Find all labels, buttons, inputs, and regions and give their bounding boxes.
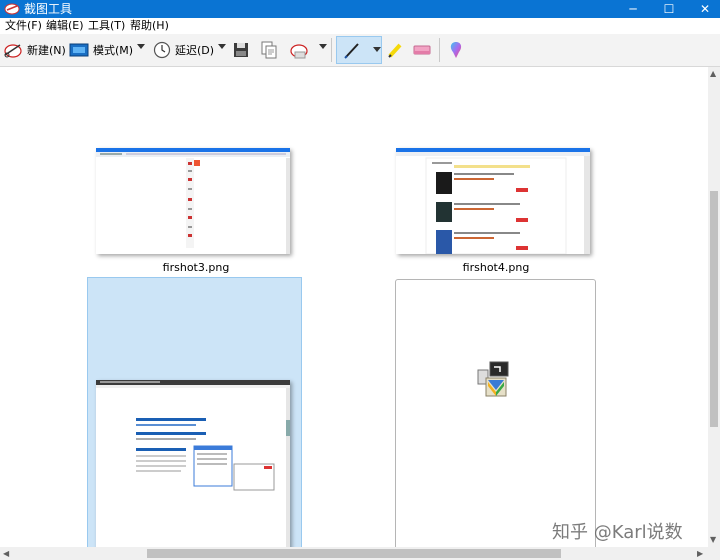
- pen-selected-box[interactable]: [336, 36, 382, 64]
- pen-icon: [344, 43, 359, 59]
- eraser-icon: [413, 45, 431, 55]
- pen-dropdown-icon[interactable]: [373, 47, 381, 52]
- menu-file[interactable]: 文件(F): [5, 18, 42, 34]
- scroll-left-icon[interactable]: ◀: [3, 549, 9, 559]
- horizontal-scroll-thumb[interactable]: [147, 549, 561, 558]
- new-snip-icon: [4, 44, 22, 58]
- menu-bar: 文件(F) 编辑(E) 工具(T) 帮助(H): [0, 18, 720, 34]
- mode-button[interactable]: 模式(M): [69, 38, 133, 62]
- close-button[interactable]: ✕: [686, 0, 720, 18]
- window-title: 截图工具: [24, 2, 73, 16]
- highlighter-button[interactable]: [386, 38, 404, 62]
- new-snip-button[interactable]: 新建(N): [3, 38, 66, 62]
- screenshot-preview: [96, 148, 290, 254]
- paint3d-button[interactable]: [446, 38, 466, 62]
- save-button[interactable]: [232, 38, 250, 62]
- send-icon: [290, 44, 308, 59]
- file-name: firshot3.png: [162, 261, 230, 274]
- scroll-down-icon[interactable]: ▼: [710, 535, 716, 545]
- vertical-scrollbar[interactable]: ▲ ▼: [708, 67, 720, 547]
- toolbar: 新建(N) 模式(M) 延迟(D): [0, 34, 720, 67]
- delay-label: 延迟(D): [175, 44, 215, 57]
- scrollbar-corner: [708, 547, 720, 560]
- installer-file-icon: [477, 361, 509, 397]
- eraser-button[interactable]: [412, 38, 432, 62]
- document-preview: [96, 380, 290, 547]
- horizontal-scrollbar[interactable]: ◀ ▶: [0, 547, 708, 560]
- file-thumbnail[interactable]: [396, 148, 590, 254]
- menu-help[interactable]: 帮助(H): [130, 18, 169, 34]
- new-snip-label: 新建(N): [27, 44, 66, 57]
- file-name: firshot4.png: [462, 261, 530, 274]
- highlighter-icon: [388, 43, 402, 58]
- copy-button[interactable]: [260, 38, 278, 62]
- scroll-up-icon[interactable]: ▲: [710, 69, 716, 79]
- title-bar: 截图工具 ─ ☐ ✕: [0, 0, 720, 18]
- scroll-right-icon[interactable]: ▶: [697, 549, 703, 559]
- watermark: 知乎 @Karl说数: [552, 522, 683, 543]
- file-viewport: firshot3.png firshot4.png 知乎 @Karl说数: [0, 67, 708, 547]
- copy-icon: [261, 41, 277, 59]
- send-button[interactable]: [288, 38, 310, 62]
- delay-dropdown-icon[interactable]: [218, 44, 226, 49]
- file-tile[interactable]: firshot3.png: [88, 135, 304, 277]
- file-tile-selected[interactable]: [87, 277, 302, 547]
- mode-label: 模式(M): [93, 44, 134, 57]
- paint3d-icon: [450, 42, 462, 58]
- save-icon: [234, 43, 248, 57]
- minimize-button[interactable]: ─: [614, 0, 652, 18]
- vertical-scroll-thumb[interactable]: [710, 191, 718, 427]
- screenshot-preview: [396, 148, 590, 254]
- send-dropdown-icon[interactable]: [319, 44, 327, 49]
- file-thumbnail[interactable]: [96, 380, 290, 547]
- menu-edit[interactable]: 编辑(E): [46, 18, 84, 34]
- file-tile[interactable]: [395, 279, 596, 547]
- maximize-button[interactable]: ☐: [650, 0, 688, 18]
- file-tile[interactable]: firshot4.png: [388, 135, 604, 277]
- mode-icon: [69, 43, 89, 57]
- menu-tools[interactable]: 工具(T): [88, 18, 125, 34]
- delay-button[interactable]: 延迟(D): [153, 38, 214, 62]
- snipping-tool-icon: [4, 3, 20, 15]
- delay-clock-icon: [153, 41, 171, 59]
- toolbar-divider: [331, 38, 332, 62]
- toolbar-divider: [439, 38, 440, 62]
- file-thumbnail[interactable]: [96, 148, 290, 254]
- mode-dropdown-icon[interactable]: [137, 44, 145, 49]
